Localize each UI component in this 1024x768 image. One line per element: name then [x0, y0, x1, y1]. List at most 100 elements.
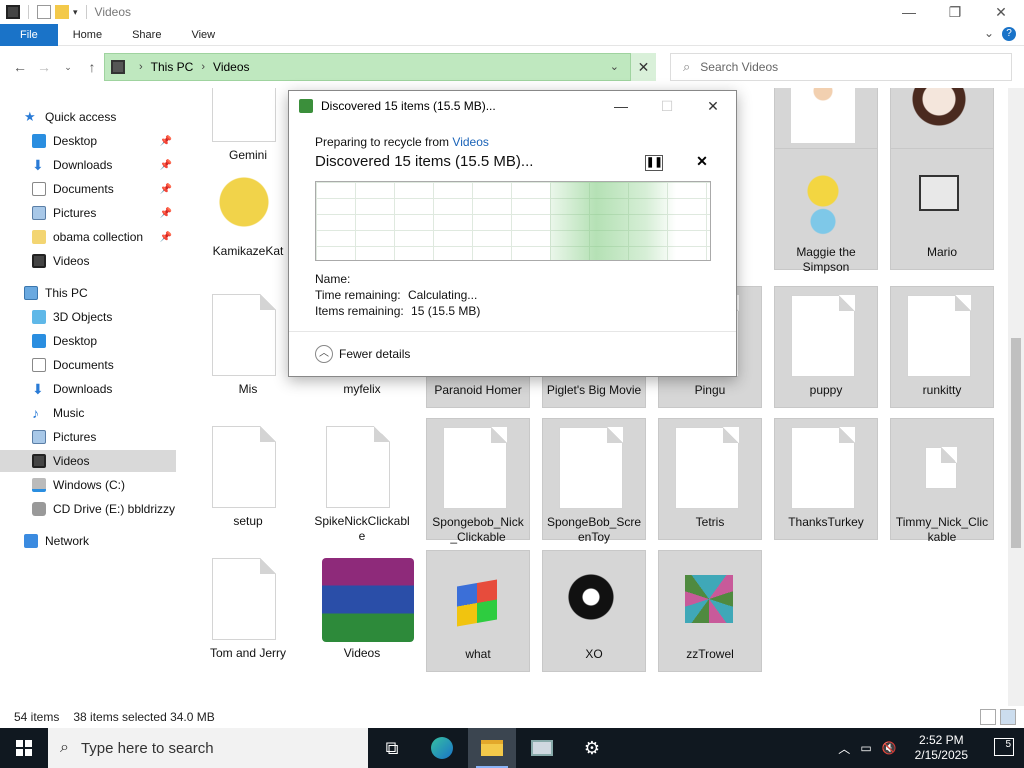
quick-access-toolbar: ▾: [0, 5, 91, 19]
maximize-button[interactable]: ❐: [932, 0, 978, 24]
pin-icon[interactable]: 📌: [160, 136, 172, 147]
dialog-close-button[interactable]: ✕: [690, 91, 736, 121]
scrollbar-thumb[interactable]: [1011, 338, 1021, 548]
file-item[interactable]: Videos: [310, 550, 414, 672]
sidebar-item-obama-collection[interactable]: obama collection 📌: [32, 226, 176, 248]
cancel-operation-button[interactable]: ✕: [695, 153, 709, 171]
sidebar-item-videos-pc[interactable]: Videos: [0, 450, 176, 472]
show-hidden-icons[interactable]: ︿: [838, 740, 850, 757]
search-box[interactable]: ⌕ Search Videos: [670, 53, 1012, 81]
file-item[interactable]: what: [426, 550, 530, 672]
sidebar-item-desktop[interactable]: Desktop 📌: [32, 130, 176, 152]
customize-toolbar-icon[interactable]: ▾: [73, 7, 78, 18]
sidebar-item-3d-objects[interactable]: 3D Objects: [32, 306, 176, 328]
up-button[interactable]: ↑: [82, 59, 102, 75]
jester-icon: [791, 88, 855, 143]
search-icon: ⌕: [60, 739, 69, 756]
divider: [289, 331, 736, 332]
properties-icon[interactable]: [37, 5, 51, 19]
pin-icon[interactable]: 📌: [160, 208, 172, 219]
notification-center-button[interactable]: 5: [994, 738, 1014, 756]
file-item[interactable]: XO: [542, 550, 646, 672]
file-item[interactable]: zzTrowel: [658, 550, 762, 672]
document-icon: [791, 427, 855, 509]
file-explorer-icon[interactable]: [468, 728, 516, 768]
windows-logo-icon: [16, 740, 32, 756]
sidebar-item-network[interactable]: Network: [24, 530, 200, 552]
minimize-button[interactable]: —: [886, 0, 932, 24]
file-item[interactable]: runkitty: [890, 286, 994, 408]
tab-home[interactable]: Home: [58, 24, 117, 46]
file-item[interactable]: SpikeNickClickable: [310, 418, 414, 543]
large-icons-view-button[interactable]: [1000, 709, 1016, 725]
sidebar-item-downloads[interactable]: ⬇ Downloads 📌: [32, 154, 176, 176]
clock-date: 2/15/2025: [914, 748, 968, 762]
close-button[interactable]: ✕: [978, 0, 1024, 24]
file-item[interactable]: Mis: [200, 286, 300, 408]
pin-icon[interactable]: 📌: [160, 184, 172, 195]
search-input[interactable]: Search Videos: [700, 60, 778, 74]
tab-view[interactable]: View: [176, 24, 230, 46]
clock[interactable]: 2:52 PM 2/15/2025: [915, 733, 968, 763]
fewer-details-button[interactable]: ︿ Fewer details: [315, 345, 410, 363]
settings-gear-icon[interactable]: ⚙: [568, 728, 616, 768]
sidebar-item-this-pc[interactable]: This PC: [24, 282, 200, 304]
forward-button[interactable]: →: [34, 59, 54, 75]
sidebar-item-windows-drive[interactable]: Windows (C:): [32, 474, 176, 496]
sidebar-item-desktop-pc[interactable]: Desktop: [32, 330, 176, 352]
address-dropdown-icon[interactable]: ⌄: [610, 60, 619, 73]
taskbar-search[interactable]: ⌕ Type here to search: [48, 728, 368, 768]
sidebar-item-quick-access[interactable]: ★ Quick access: [24, 106, 200, 128]
new-folder-icon[interactable]: [55, 5, 69, 19]
file-item[interactable]: Tetris: [658, 418, 762, 540]
file-name: Videos: [343, 646, 381, 660]
sidebar-item-music[interactable]: ♪ Music: [32, 402, 176, 424]
tab-share[interactable]: Share: [117, 24, 176, 46]
clear-address-button[interactable]: ✕: [630, 53, 656, 81]
dialog-minimize-button[interactable]: —: [598, 91, 644, 121]
vertical-scrollbar[interactable]: [1008, 88, 1024, 706]
file-item[interactable]: puppy: [774, 286, 878, 408]
volume-muted-icon[interactable]: 🔇: [882, 741, 897, 755]
back-button[interactable]: ←: [10, 59, 30, 75]
sidebar-item-label: Pictures: [53, 206, 97, 220]
file-item[interactable]: KamikazeKat: [200, 148, 300, 270]
file-item[interactable]: setup: [200, 418, 300, 540]
file-item[interactable]: Mario: [890, 148, 994, 270]
winrar-icon: [322, 558, 414, 642]
sidebar-item-videos-quick[interactable]: Videos: [32, 250, 176, 272]
task-view-icon[interactable]: ⧉: [368, 728, 416, 768]
network-status-icon[interactable]: ▭: [860, 741, 871, 755]
file-item[interactable]: Timmy_Nick_Clickable: [890, 418, 994, 544]
remote-desktop-icon[interactable]: [518, 728, 566, 768]
sidebar-item-documents-pc[interactable]: Documents: [32, 354, 176, 376]
file-item[interactable]: Maggie the Simpson: [774, 148, 878, 274]
pin-icon[interactable]: 📌: [160, 232, 172, 243]
tab-file[interactable]: File: [0, 23, 58, 46]
sidebar-item-label: This PC: [45, 286, 88, 300]
breadcrumb-videos[interactable]: Videos: [213, 60, 249, 74]
start-button[interactable]: [0, 728, 48, 768]
pin-icon[interactable]: 📌: [160, 160, 172, 171]
taskbar-search-input[interactable]: Type here to search: [81, 740, 214, 757]
file-item[interactable]: ThanksTurkey: [774, 418, 878, 540]
edge-icon[interactable]: [418, 728, 466, 768]
sidebar-item-downloads-pc[interactable]: ⬇ Downloads: [32, 378, 176, 400]
help-icon[interactable]: ?: [1002, 27, 1016, 41]
expand-ribbon-icon[interactable]: ⌄: [984, 26, 994, 40]
sidebar-item-pictures[interactable]: Pictures 📌: [32, 202, 176, 224]
source-folder-link[interactable]: Videos: [452, 135, 488, 149]
file-item[interactable]: SpongeBob_ScreenToy: [542, 418, 646, 544]
recent-locations-icon[interactable]: ⌄: [58, 62, 78, 73]
pause-button[interactable]: ❚❚: [645, 155, 663, 171]
sidebar-item-documents[interactable]: Documents 📌: [32, 178, 176, 200]
file-item[interactable]: Spongebob_Nick_Clickable: [426, 418, 530, 544]
document-icon: [212, 558, 276, 640]
sidebar-item-pictures-pc[interactable]: Pictures: [32, 426, 176, 448]
address-bar[interactable]: › This PC › Videos ⌄: [104, 53, 656, 81]
details-view-button[interactable]: [980, 709, 996, 725]
breadcrumb-this-pc[interactable]: This PC: [151, 60, 194, 74]
file-item[interactable]: Tom and Jerry: [200, 550, 300, 672]
maggie-icon: [791, 159, 855, 239]
sidebar-item-cd-drive[interactable]: CD Drive (E:) bbldrizzy: [32, 498, 176, 520]
